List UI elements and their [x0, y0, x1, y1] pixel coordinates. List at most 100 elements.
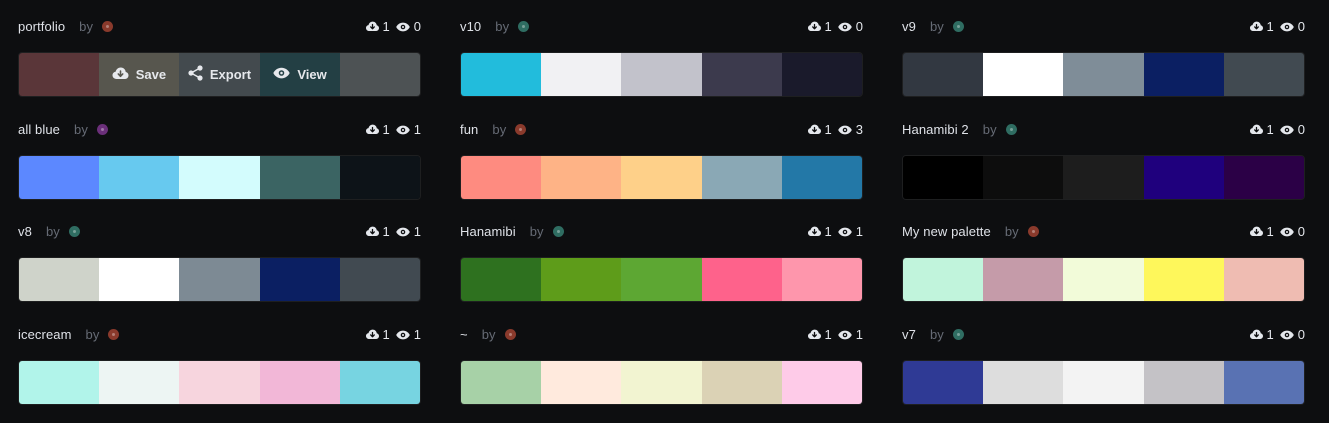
palette-card[interactable]: icecream by 1 1: [18, 308, 421, 405]
color-swatch[interactable]: [259, 258, 340, 301]
color-swatch[interactable]: [179, 156, 260, 199]
palette-name[interactable]: My new palette: [902, 224, 991, 239]
palette-card[interactable]: Hanamibi 2 by 1 0: [902, 103, 1305, 200]
color-swatch[interactable]: [461, 258, 542, 301]
author-avatar[interactable]: [518, 21, 530, 32]
author-avatar[interactable]: [515, 124, 527, 135]
color-swatch[interactable]: [19, 361, 100, 404]
swatch-strip[interactable]: [902, 52, 1305, 97]
color-swatch[interactable]: [621, 156, 702, 199]
palette-card[interactable]: v7 by 1 0: [902, 308, 1305, 405]
author-avatar[interactable]: [504, 329, 516, 340]
palette-name[interactable]: v8: [18, 224, 32, 239]
color-swatch[interactable]: [621, 258, 702, 301]
color-swatch[interactable]: [461, 361, 542, 404]
swatch-strip[interactable]: [902, 257, 1305, 302]
color-swatch[interactable]: [1223, 258, 1304, 301]
swatch-strip[interactable]: [902, 155, 1305, 200]
color-swatch[interactable]: [903, 156, 984, 199]
author-avatar[interactable]: [952, 329, 964, 340]
palette-name[interactable]: icecream: [18, 327, 72, 342]
swatch-strip[interactable]: [460, 257, 863, 302]
palette-card[interactable]: portfolio by 1 0 Save Export View: [18, 0, 421, 97]
color-swatch[interactable]: [461, 53, 542, 96]
color-swatch[interactable]: [1143, 53, 1224, 96]
color-swatch[interactable]: [1223, 361, 1304, 404]
save-button[interactable]: Save: [99, 52, 180, 97]
color-swatch[interactable]: [179, 258, 260, 301]
color-swatch[interactable]: [339, 258, 420, 301]
color-swatch[interactable]: [903, 361, 984, 404]
palette-name[interactable]: v10: [460, 19, 481, 34]
author-avatar[interactable]: [1005, 124, 1017, 135]
author-avatar[interactable]: [96, 124, 108, 135]
color-swatch[interactable]: [541, 156, 622, 199]
color-swatch[interactable]: [1143, 156, 1224, 199]
color-swatch[interactable]: [1143, 361, 1224, 404]
swatch-strip[interactable]: [460, 360, 863, 405]
color-swatch[interactable]: [701, 53, 782, 96]
palette-card[interactable]: v8 by 1 1: [18, 205, 421, 302]
color-swatch[interactable]: [983, 53, 1064, 96]
color-swatch[interactable]: [983, 258, 1064, 301]
palette-card[interactable]: v10 by 1 0: [460, 0, 863, 97]
color-swatch[interactable]: [339, 361, 420, 404]
color-swatch[interactable]: [781, 156, 862, 199]
color-swatch[interactable]: [99, 258, 180, 301]
color-swatch[interactable]: [781, 53, 862, 96]
color-swatch[interactable]: [1223, 156, 1304, 199]
color-swatch[interactable]: [19, 156, 100, 199]
color-swatch[interactable]: [903, 258, 984, 301]
color-swatch[interactable]: [1143, 258, 1224, 301]
author-avatar[interactable]: [108, 329, 120, 340]
author-avatar[interactable]: [68, 226, 80, 237]
color-swatch[interactable]: [541, 53, 622, 96]
color-swatch[interactable]: [983, 156, 1064, 199]
author-avatar[interactable]: [552, 226, 564, 237]
palette-name[interactable]: Hanamibi: [460, 224, 516, 239]
palette-card[interactable]: all blue by 1 1: [18, 103, 421, 200]
export-button[interactable]: Export: [179, 52, 260, 97]
color-swatch[interactable]: [983, 361, 1064, 404]
color-swatch[interactable]: [1063, 361, 1144, 404]
color-swatch[interactable]: [541, 361, 622, 404]
palette-name[interactable]: all blue: [18, 122, 60, 137]
palette-name[interactable]: ~: [460, 327, 468, 342]
swatch-strip[interactable]: [460, 52, 863, 97]
color-swatch[interactable]: [259, 361, 340, 404]
color-swatch[interactable]: [19, 258, 100, 301]
color-swatch[interactable]: [903, 53, 984, 96]
color-swatch[interactable]: [1063, 156, 1144, 199]
color-swatch[interactable]: [99, 361, 180, 404]
color-swatch[interactable]: [621, 53, 702, 96]
color-swatch[interactable]: [781, 361, 862, 404]
palette-card[interactable]: v9 by 1 0: [902, 0, 1305, 97]
author-avatar[interactable]: [1027, 226, 1039, 237]
swatch-strip[interactable]: [460, 155, 863, 200]
palette-card[interactable]: My new palette by 1 0: [902, 205, 1305, 302]
palette-name[interactable]: portfolio: [18, 19, 65, 34]
color-swatch[interactable]: [621, 361, 702, 404]
palette-card[interactable]: Hanamibi by 1 1: [460, 205, 863, 302]
swatch-strip[interactable]: [18, 155, 421, 200]
color-swatch[interactable]: [99, 156, 180, 199]
color-swatch[interactable]: [541, 258, 622, 301]
palette-name[interactable]: fun: [460, 122, 478, 137]
color-swatch[interactable]: [701, 258, 782, 301]
view-button[interactable]: View: [260, 52, 341, 97]
palette-name[interactable]: Hanamibi 2: [902, 122, 969, 137]
swatch-strip[interactable]: [18, 257, 421, 302]
swatch-strip[interactable]: [18, 360, 421, 405]
palette-card[interactable]: fun by 1 3: [460, 103, 863, 200]
author-avatar[interactable]: [102, 21, 114, 32]
color-swatch[interactable]: [701, 361, 782, 404]
swatch-strip[interactable]: [902, 360, 1305, 405]
palette-name[interactable]: v7: [902, 327, 916, 342]
color-swatch[interactable]: [701, 156, 782, 199]
author-avatar[interactable]: [952, 21, 964, 32]
palette-name[interactable]: v9: [902, 19, 916, 34]
color-swatch[interactable]: [179, 361, 260, 404]
color-swatch[interactable]: [1063, 258, 1144, 301]
color-swatch[interactable]: [339, 156, 420, 199]
color-swatch[interactable]: [1063, 53, 1144, 96]
